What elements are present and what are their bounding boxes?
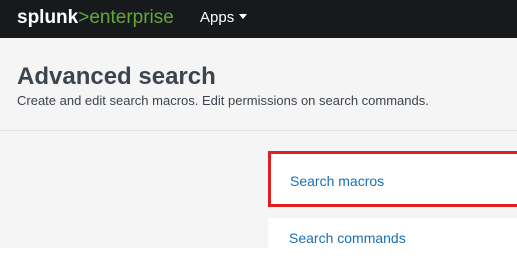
content-area: Search macros Search commands xyxy=(0,131,517,258)
apps-menu-label: Apps xyxy=(200,9,235,26)
logo-product: enterprise xyxy=(89,7,174,28)
page-description: Create and edit search macros. Edit perm… xyxy=(17,93,429,108)
search-macros-label: Search macros xyxy=(290,173,385,189)
splunk-enterprise-logo[interactable]: splunk>enterprise xyxy=(17,7,174,29)
page-title: Advanced search xyxy=(17,63,216,90)
page-header: Advanced search Create and edit search m… xyxy=(0,38,517,131)
apps-menu-button[interactable]: Apps xyxy=(200,8,248,28)
search-commands-label: Search commands xyxy=(289,230,406,246)
top-nav-bar: splunk>enterprise Apps xyxy=(0,0,517,38)
search-commands-link[interactable]: Search commands xyxy=(268,218,517,258)
caret-down-icon xyxy=(239,13,248,19)
logo-brand: splunk xyxy=(17,7,79,28)
search-macros-link[interactable]: Search macros xyxy=(268,151,517,207)
logo-separator: > xyxy=(78,7,90,28)
